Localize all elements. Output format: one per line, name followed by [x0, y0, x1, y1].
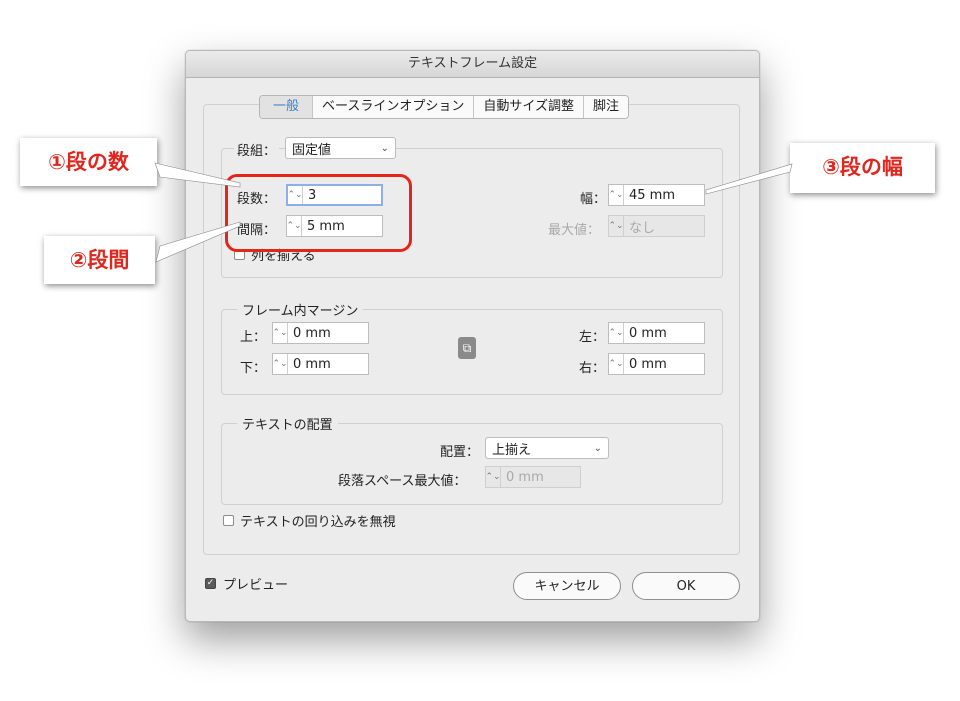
- callout-leaders: [154, 162, 793, 263]
- callout-1-leader: [154, 162, 241, 188]
- callout-3-leader: [705, 163, 793, 195]
- callout-2-leader: [155, 221, 241, 263]
